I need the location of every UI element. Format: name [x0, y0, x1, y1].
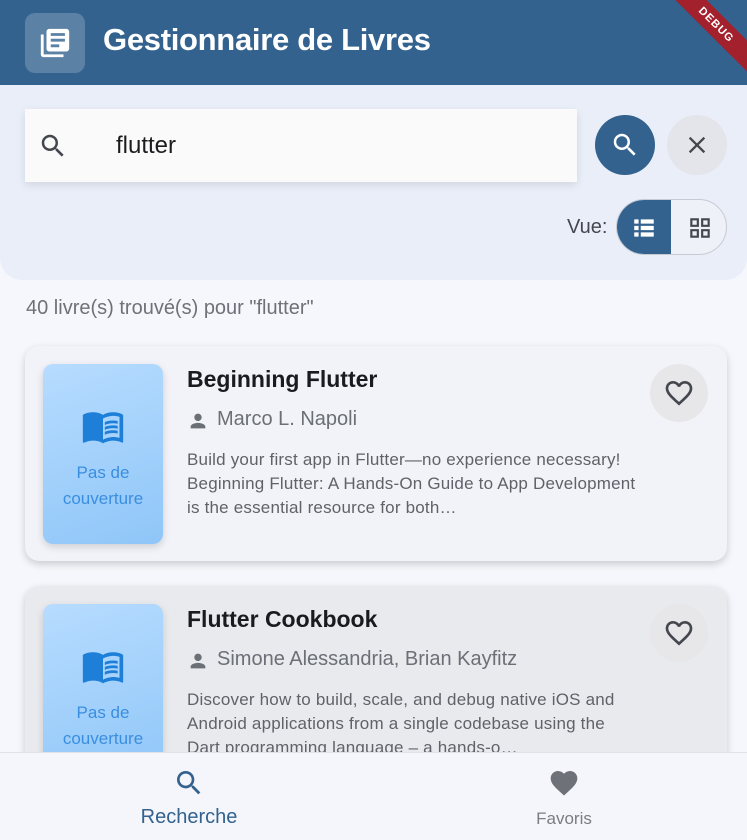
heart-outline-icon — [665, 621, 693, 646]
view-toggle — [616, 199, 727, 255]
favorite-button[interactable] — [650, 364, 708, 422]
app-title: Gestionnaire de Livres — [103, 22, 431, 57]
view-label: Vue: — [567, 216, 608, 238]
heart-outline-icon — [665, 381, 693, 406]
menu-book-icon — [82, 652, 124, 684]
menu-book-icon — [82, 412, 124, 444]
book-list: Pas de couverture Beginning Flutter Marc… — [0, 330, 747, 752]
search-button[interactable] — [595, 115, 655, 175]
list-view-button[interactable] — [617, 200, 671, 254]
search-icon — [41, 134, 64, 157]
person-icon — [190, 413, 206, 429]
book-cover-placeholder: Pas de couverture — [43, 364, 163, 544]
book-card[interactable]: Pas de couverture Beginning Flutter Marc… — [25, 346, 727, 561]
book-card[interactable]: Pas de couverture Flutter Cookbook Simon… — [25, 586, 727, 752]
book-description: Discover how to build, scale, and debug … — [187, 690, 615, 752]
person-icon — [190, 653, 206, 669]
search-field — [25, 109, 577, 182]
book-authors: Marco L. Napoli — [217, 408, 358, 430]
search-icon — [613, 133, 636, 156]
nav-label-search: Recherche — [140, 806, 238, 828]
book-description: Build your first app in Flutter—no exper… — [187, 450, 636, 517]
book-authors: Simone Alessandria, Brian Kayfitz — [217, 648, 518, 670]
search-input[interactable] — [116, 127, 556, 165]
book-title: Flutter Cookbook — [187, 606, 378, 632]
cover-placeholder-text: Pas de couverture — [62, 703, 144, 748]
book-title: Beginning Flutter — [187, 366, 378, 392]
close-icon — [688, 136, 706, 154]
search-icon — [177, 771, 201, 795]
library-books-icon — [25, 13, 85, 73]
debug-banner: DEBUG — [662, 0, 747, 79]
favorite-button[interactable] — [650, 604, 708, 662]
nav-item-favorites[interactable]: Favoris — [490, 753, 638, 840]
grid-view-icon — [689, 218, 710, 238]
clear-button[interactable] — [667, 115, 727, 175]
nav-item-search[interactable]: Recherche — [110, 753, 268, 840]
bottom-navigation: Recherche Favoris — [0, 752, 747, 840]
list-view-icon — [634, 219, 654, 237]
grid-view-button[interactable] — [671, 200, 726, 254]
search-panel: Vue: — [0, 85, 747, 280]
nav-label-favorites: Favoris — [536, 809, 592, 828]
app-bar: Gestionnaire de Livres DEBUG — [0, 0, 747, 85]
heart-icon — [550, 771, 578, 796]
results-count: 40 livre(s) trouvé(s) pour "flutter" — [26, 297, 314, 319]
book-cover-placeholder: Pas de couverture — [43, 604, 163, 752]
cover-placeholder-text: Pas de couverture — [62, 463, 144, 508]
